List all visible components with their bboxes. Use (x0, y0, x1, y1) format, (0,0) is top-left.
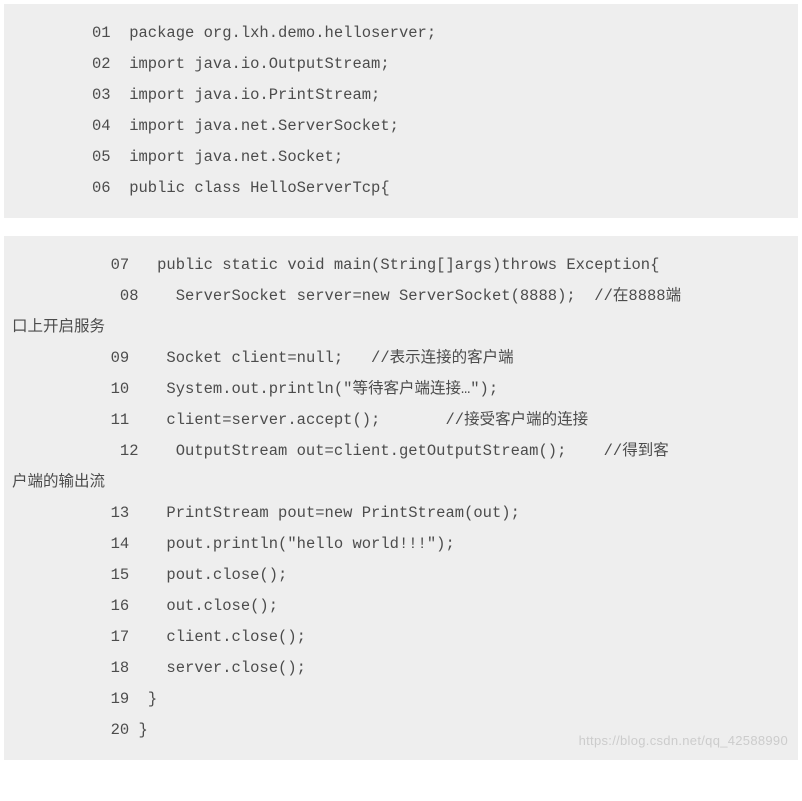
code-line: 03 import java.io.PrintStream; (12, 80, 790, 111)
code-line: 16 out.close(); (12, 591, 790, 622)
code-line: 07 public static void main(String[]args)… (12, 250, 790, 281)
code-line: 12 OutputStream out=client.getOutputStre… (12, 436, 790, 467)
code-block-2: 07 public static void main(String[]args)… (4, 236, 798, 760)
code-line: 04 import java.net.ServerSocket; (12, 111, 790, 142)
code-line: 18 server.close(); (12, 653, 790, 684)
code-line: 01 package org.lxh.demo.helloserver; (12, 18, 790, 49)
code-line: 06 public class HelloServerTcp{ (12, 173, 790, 204)
code-line: 02 import java.io.OutputStream; (12, 49, 790, 80)
code-line-wrap: 户端的输出流 (12, 467, 790, 498)
code-line-wrap: 口上开启服务 (12, 312, 790, 343)
code-line: 14 pout.println("hello world!!!"); (12, 529, 790, 560)
code-block-1: 01 package org.lxh.demo.helloserver; 02 … (4, 4, 798, 218)
code-line: 13 PrintStream pout=new PrintStream(out)… (12, 498, 790, 529)
code-line: 09 Socket client=null; //表示连接的客户端 (12, 343, 790, 374)
code-line: 10 System.out.println("等待客户端连接…"); (12, 374, 790, 405)
code-line: 05 import java.net.Socket; (12, 142, 790, 173)
code-line: 15 pout.close(); (12, 560, 790, 591)
code-line: 11 client=server.accept(); //接受客户端的连接 (12, 405, 790, 436)
code-line: 08 ServerSocket server=new ServerSocket(… (12, 281, 790, 312)
code-line: 17 client.close(); (12, 622, 790, 653)
watermark-text: https://blog.csdn.net/qq_42588990 (579, 728, 788, 754)
code-line: 19 } (12, 684, 790, 715)
